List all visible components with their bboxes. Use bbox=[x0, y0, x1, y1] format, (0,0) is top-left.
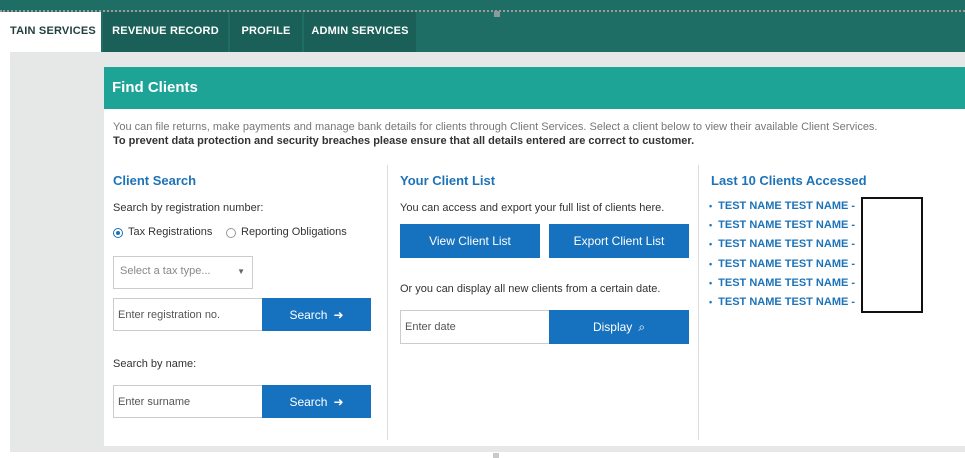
client-link[interactable]: • TEST NAME TEST NAME - bbox=[709, 274, 855, 293]
search-button-label: Search bbox=[289, 394, 328, 409]
tab-main-services[interactable]: TAIN SERVICES bbox=[0, 12, 101, 52]
export-client-list-label: Export Client List bbox=[573, 234, 665, 248]
client-list-description: You can access and export your full list… bbox=[400, 202, 665, 214]
card-header: Find Clients bbox=[104, 67, 965, 109]
top-nav: TAIN SERVICES REVENUE RECORD PROFILE ADM… bbox=[0, 0, 965, 52]
view-client-list-button[interactable]: View Client List bbox=[400, 224, 540, 258]
scroll-marker bbox=[493, 453, 499, 458]
intro-text: You can file returns, make payments and … bbox=[113, 121, 878, 133]
date-filter-text: Or you can display all new clients from … bbox=[400, 283, 661, 295]
surname-input[interactable]: Enter surname bbox=[113, 385, 263, 418]
client-link[interactable]: • TEST NAME TEST NAME - bbox=[709, 216, 855, 235]
arrow-right-icon: ➜ bbox=[333, 307, 344, 322]
client-link[interactable]: • TEST NAME TEST NAME - bbox=[709, 293, 855, 312]
reporting-obligations-label: Reporting Obligations bbox=[241, 226, 347, 238]
search-registration-button[interactable]: Search ➜ bbox=[262, 298, 371, 331]
tab-profile[interactable]: PROFILE bbox=[230, 12, 302, 52]
date-input[interactable]: Enter date bbox=[400, 310, 550, 344]
last-clients-list: • TEST NAME TEST NAME - • TEST NAME TEST N… bbox=[709, 197, 855, 312]
card-title: Find Clients bbox=[112, 79, 198, 96]
tab-admin-services[interactable]: ADMIN SERVICES bbox=[304, 12, 416, 52]
warning-text: To prevent data protection and security … bbox=[113, 135, 695, 147]
search-name-button[interactable]: Search ➜ bbox=[262, 385, 371, 418]
search-by-name-label: Search by name: bbox=[113, 358, 197, 370]
tax-registrations-label: Tax Registrations bbox=[128, 226, 213, 238]
tab-revenue-record[interactable]: REVENUE RECORD bbox=[103, 12, 228, 52]
tax-registrations-radio[interactable] bbox=[113, 228, 123, 238]
tax-type-placeholder: Select a tax type... bbox=[120, 265, 211, 277]
drag-handle-icon bbox=[494, 11, 500, 17]
client-link[interactable]: • TEST NAME TEST NAME - bbox=[709, 197, 855, 216]
reporting-obligations-radio[interactable] bbox=[226, 228, 236, 238]
column-divider bbox=[698, 165, 699, 440]
arrow-right-icon: ➜ bbox=[333, 394, 344, 409]
search-icon: ⌕ bbox=[638, 319, 646, 334]
display-button-label: Display bbox=[592, 320, 633, 334]
column-divider bbox=[387, 165, 388, 440]
last-clients-heading: Last 10 Clients Accessed bbox=[711, 173, 867, 188]
display-button[interactable]: Display ⌕ bbox=[549, 310, 689, 344]
chevron-down-icon: ▼ bbox=[237, 267, 245, 276]
client-search-heading: Client Search bbox=[113, 173, 197, 188]
export-client-list-button[interactable]: Export Client List bbox=[549, 224, 689, 258]
redaction-box bbox=[861, 197, 923, 313]
tax-type-select[interactable]: Select a tax type... ▼ bbox=[113, 256, 253, 289]
client-list-heading: Your Client List bbox=[400, 173, 496, 188]
client-link[interactable]: • TEST NAME TEST NAME - bbox=[709, 235, 855, 254]
search-button-label: Search bbox=[289, 307, 328, 322]
client-link[interactable]: • TEST NAME TEST NAME - bbox=[709, 255, 855, 274]
search-by-reg-label: Search by registration number: bbox=[113, 202, 264, 214]
registration-number-input[interactable]: Enter registration no. bbox=[113, 298, 263, 331]
view-client-list-label: View Client List bbox=[429, 234, 511, 248]
